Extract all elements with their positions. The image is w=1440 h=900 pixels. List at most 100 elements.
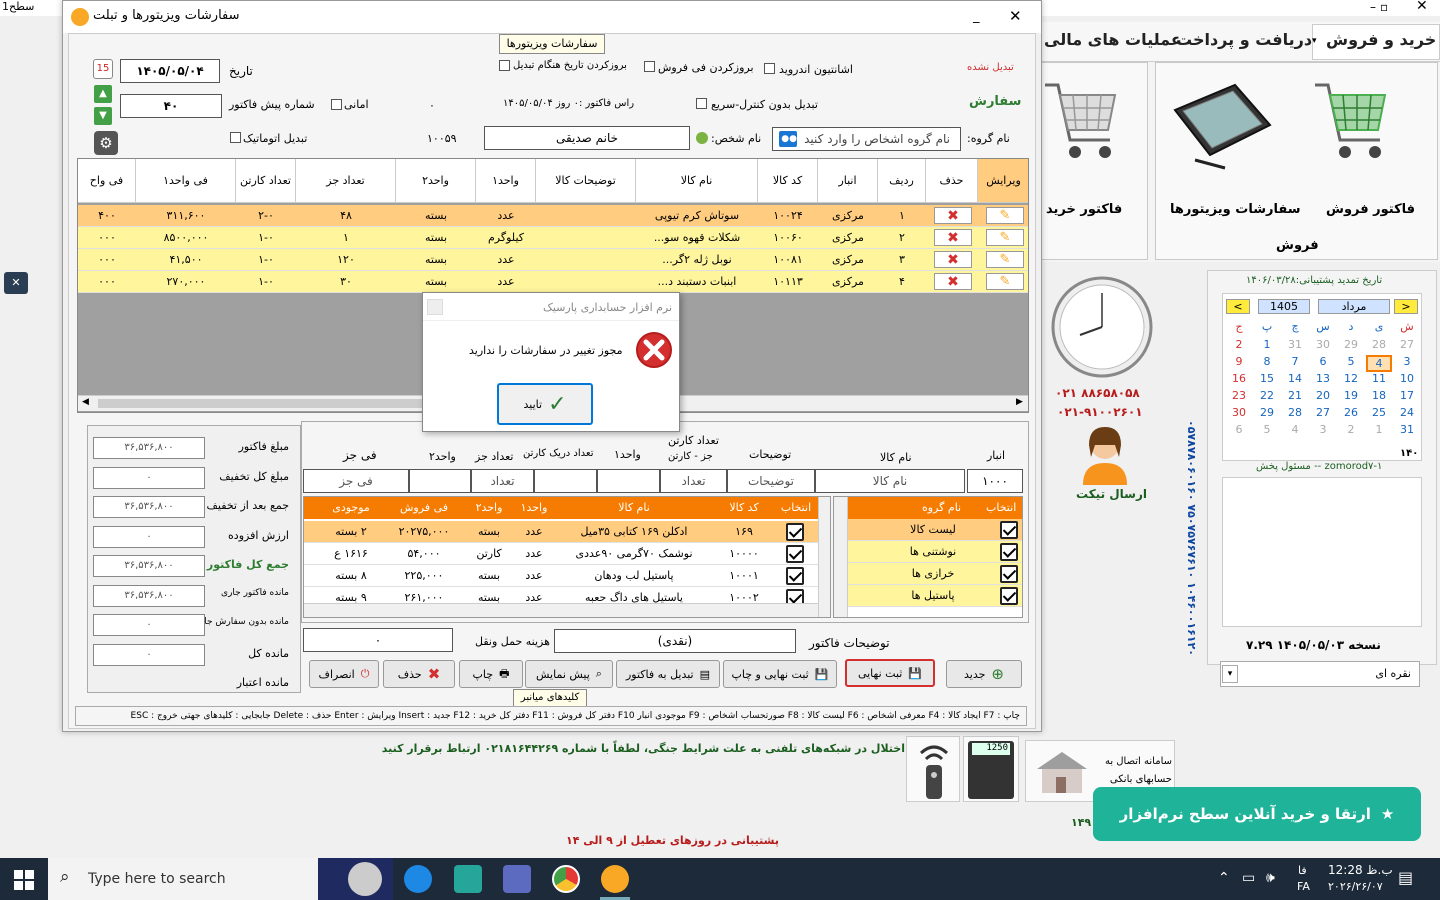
tablet-icon[interactable] — [1165, 80, 1275, 170]
theme-combo[interactable]: نقره ای — [1220, 661, 1420, 687]
cal-day[interactable]: 20 — [1310, 389, 1336, 402]
prefactor-field[interactable]: ۴۰ — [120, 94, 222, 118]
cal-day[interactable]: 6 — [1310, 355, 1336, 368]
items-list[interactable]: انتخاب کد کالا نام کالا واحد۱ واحد۲ فی فروش مو… — [303, 496, 831, 618]
cal-day[interactable]: 28 — [1282, 406, 1308, 419]
delete-row-icon[interactable]: ✖ — [934, 251, 972, 268]
item-checkbox[interactable] — [786, 567, 804, 585]
freight-field[interactable]: ۰ — [303, 628, 453, 652]
cal-day[interactable]: 31 — [1394, 423, 1420, 436]
carton-count-input[interactable]: تعداد — [660, 469, 727, 493]
desc-input[interactable]: توضیحات — [727, 469, 815, 493]
part-price-input[interactable]: فی جز — [303, 469, 409, 493]
edit-pencil-icon[interactable]: ✎ — [986, 273, 1024, 290]
cal-day[interactable]: 5 — [1338, 355, 1364, 368]
cal-day[interactable]: 10 — [1394, 372, 1420, 385]
purchase-cart-icon[interactable] — [1040, 70, 1120, 180]
cal-day[interactable]: 30 — [1310, 338, 1336, 351]
edit-pencil-icon[interactable]: ✎ — [986, 251, 1024, 268]
items-col-header[interactable]: فی فروش — [384, 501, 464, 514]
cal-day[interactable]: 11 — [1366, 372, 1392, 385]
upgrade-button[interactable]: ★ ارتقا و خرید آنلاین سطح نرم‌افزار — [1093, 787, 1421, 841]
item-checkbox[interactable] — [786, 545, 804, 563]
network-icon[interactable]: ▭ — [1242, 870, 1255, 886]
ok-button[interactable]: تایید ✓ — [497, 383, 593, 425]
items-hscroll[interactable] — [304, 603, 818, 617]
groups-list[interactable]: انتخاب نام گروه لیست کالا نوشتنی ها خرازی … — [833, 496, 1023, 618]
cal-day[interactable]: 2 — [1226, 338, 1252, 351]
win-minimize-icon[interactable]: _ — [973, 9, 980, 24]
app-icon-2[interactable] — [503, 865, 531, 893]
cal-day[interactable]: 27 — [1310, 406, 1336, 419]
ribbon-visitor-orders[interactable]: سفارشات ویزیتورها — [1170, 202, 1301, 217]
grid-col-header[interactable]: ردیف — [878, 159, 926, 203]
group-checkbox[interactable] — [1000, 521, 1018, 539]
item-row[interactable]: ۱۶۹ ادکلن ۱۶۹ کتابی ۳۵میل عدد بسته ۲۰۲۷۵,۰۰۰… — [304, 521, 818, 543]
cal-day[interactable]: 13 — [1310, 372, 1336, 385]
grid-col-header[interactable]: انبار — [818, 159, 878, 203]
person-field[interactable]: خانم صدیقی — [484, 126, 690, 150]
group-search-input[interactable]: نام گروه اشخاص را وارد کنید ●● — [772, 127, 961, 151]
edit-pencil-icon[interactable]: ✎ — [986, 229, 1024, 246]
unit2-field[interactable] — [409, 469, 471, 493]
items-col-header[interactable]: کد کالا — [714, 501, 774, 514]
parsik-app-icon[interactable] — [601, 865, 629, 893]
remote-icon[interactable] — [906, 736, 960, 802]
cal-year[interactable]: 1405 — [1258, 299, 1310, 314]
cal-next-button[interactable]: > — [1394, 299, 1418, 314]
table-row[interactable]: ✎ ✖ ۱ مرکزی ۱۰۰۲۴ سوتاش کرم تیوپی عدد بسته ۴۸ ۲-۰… — [78, 205, 1028, 227]
item-row[interactable]: ۱۰۰۰۰ نوشمک ۷۰گرمی ۹۰عددی عدد کارتن ۵۴,۰۰۰ ۱۶… — [304, 543, 818, 565]
items-vscroll[interactable] — [818, 497, 830, 617]
cal-day[interactable]: 23 — [1226, 389, 1252, 402]
date-field[interactable]: ۱۴۰۵/۰۵/۰۴ — [120, 59, 220, 83]
per-carton-field[interactable] — [534, 469, 597, 493]
unit1-field[interactable] — [597, 469, 660, 493]
cal-day[interactable]: 1 — [1254, 338, 1280, 351]
dialog-close-icon[interactable] — [427, 299, 443, 315]
anbar-field[interactable]: ۱۰۰۰ — [967, 469, 1023, 493]
group-row[interactable]: لیست کالا — [848, 519, 1022, 541]
groups-scrollbar[interactable] — [834, 497, 848, 617]
group-row[interactable]: خرازی ها — [848, 563, 1022, 585]
group-row[interactable]: پاستیل ها — [848, 585, 1022, 607]
cal-day[interactable]: 28 — [1366, 338, 1392, 351]
group-checkbox[interactable] — [1000, 543, 1018, 561]
cal-day[interactable]: 22 — [1254, 389, 1280, 402]
cal-day[interactable]: 21 — [1282, 389, 1308, 402]
table-row[interactable]: ✎ ✖ ۴ مرکزی ۱۰۱۱۳ ابنبات دستبند د... عدد بسته ۳۰… — [78, 271, 1028, 293]
update-price-checkbox[interactable] — [644, 61, 655, 72]
print-button[interactable]: چاپ 🖶 — [459, 660, 523, 688]
search-box[interactable]: ⌕ Type here to search — [48, 858, 393, 900]
cal-day[interactable]: 4 — [1366, 355, 1392, 372]
cal-day[interactable]: 16 — [1226, 372, 1252, 385]
arrow-up-icon[interactable]: ▲ — [94, 85, 112, 103]
windows-start-icon[interactable] — [14, 870, 34, 890]
item-name-input[interactable]: نام کالا — [815, 469, 965, 493]
item-row[interactable]: ۱۰۰۰۱ پاستیل لب ودهان عدد بسته ۲۲۵,۰۰۰ ۸ بسته — [304, 565, 818, 587]
delete-row-icon[interactable]: ✖ — [934, 229, 972, 246]
convert-invoice-button[interactable]: تبدیل به فاکتور ▤ — [616, 660, 720, 688]
ribbon-sales-invoice[interactable]: فاکتور فروش — [1326, 202, 1415, 217]
cal-prev-button[interactable]: < — [1226, 299, 1250, 314]
clock-time[interactable]: 12:28 ب.ظ — [1328, 863, 1393, 877]
cal-day[interactable]: 17 — [1394, 389, 1420, 402]
calculator-icon[interactable]: 1250 — [963, 736, 1019, 802]
tray-chevron-icon[interactable]: ⌃ — [1218, 870, 1230, 886]
cal-day[interactable]: 29 — [1254, 406, 1280, 419]
cal-day[interactable]: 18 — [1366, 389, 1392, 402]
final-save-button[interactable]: ثبت نهایی 💾 — [845, 659, 935, 687]
volume-icon[interactable]: 🕪 — [1266, 870, 1275, 886]
group-row[interactable]: نوشتنی ها — [848, 541, 1022, 563]
group-checkbox[interactable] — [1000, 587, 1018, 605]
android-checkbox[interactable] — [764, 63, 775, 74]
grid-col-header[interactable]: تعداد جز — [296, 159, 396, 203]
grid-col-header[interactable]: توضیحات کالا — [536, 159, 636, 203]
grid-col-header[interactable]: نام کالا — [636, 159, 758, 203]
invoice-desc-field[interactable]: (نقدی) — [554, 629, 796, 653]
support-agent-icon[interactable] — [1075, 423, 1135, 485]
grid-col-header[interactable]: واحد۲ — [396, 159, 476, 203]
table-row[interactable]: ✎ ✖ ۳ مرکزی ۱۰۰۸۱ نوبل ژله ۲گر... عدد بسته ۱۲۰ ۱-… — [78, 249, 1028, 271]
side-toggle-button[interactable]: ✕ — [4, 272, 28, 294]
cal-day[interactable]: 3 — [1394, 355, 1420, 368]
cal-day[interactable]: 3 — [1310, 423, 1336, 436]
